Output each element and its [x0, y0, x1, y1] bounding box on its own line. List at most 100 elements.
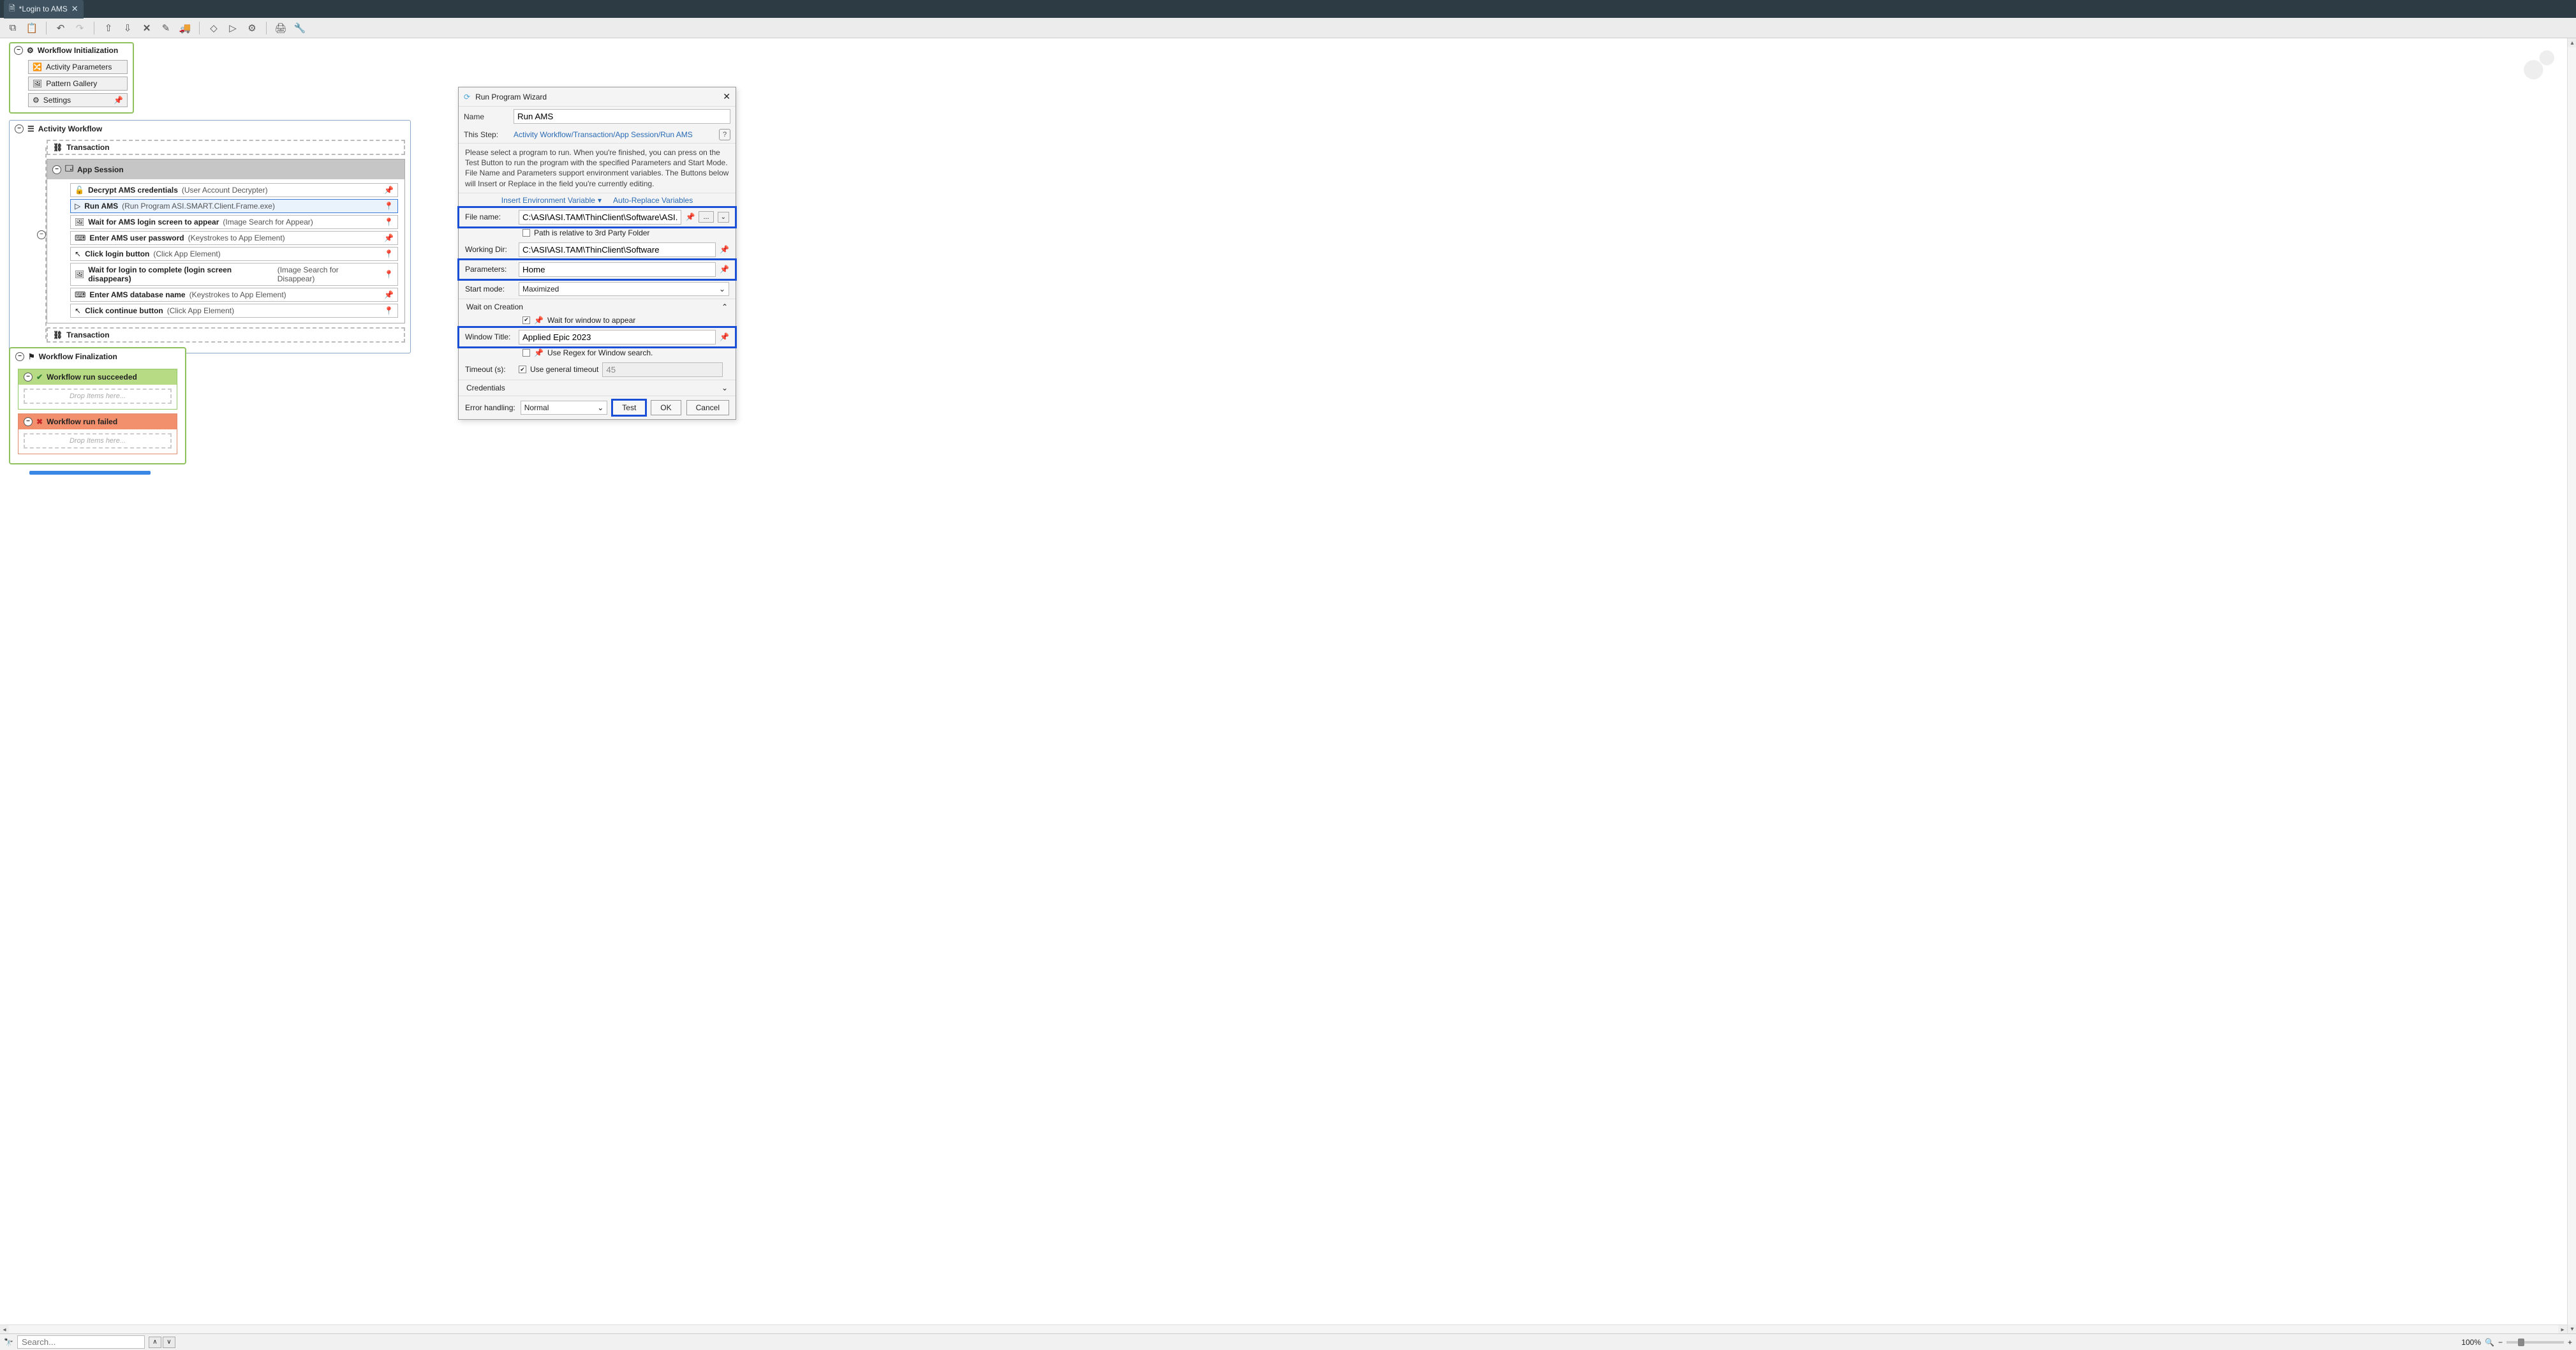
pin-icon[interactable]: 📍: [384, 218, 394, 226]
pin-icon[interactable]: 📌: [720, 265, 729, 274]
transaction-end[interactable]: ⛓ Transaction: [47, 327, 405, 343]
redo-button[interactable]: ↷: [72, 20, 87, 36]
status-bar: 🔭 ∧ ∨ 100% 🔍 − +: [0, 1333, 2576, 1350]
drop-zone[interactable]: Drop Items here...: [24, 433, 172, 449]
pin-icon[interactable]: 📌: [384, 234, 394, 242]
pin-icon[interactable]: 📍: [384, 202, 394, 211]
scroll-up-button[interactable]: ▴: [2568, 38, 2576, 47]
zoom-out-button[interactable]: −: [2498, 1338, 2503, 1347]
collapse-button[interactable]: −: [15, 124, 24, 133]
drop-zone[interactable]: Drop Items here...: [24, 389, 172, 404]
zoom-in-button[interactable]: +: [2568, 1338, 2572, 1347]
pin-icon[interactable]: 📌: [720, 332, 729, 341]
activity-parameters-item[interactable]: 🔀 Activity Parameters: [28, 60, 128, 74]
name-input[interactable]: [514, 109, 730, 124]
credentials-header[interactable]: Credentials ⌄: [459, 380, 736, 396]
transaction-start[interactable]: ⛓ Transaction: [47, 140, 405, 155]
close-x-button[interactable]: ✕: [139, 20, 154, 36]
start-mode-select[interactable]: Maximized⌄: [519, 282, 729, 296]
close-dialog-button[interactable]: ✕: [723, 91, 730, 102]
relative-path-label: Path is relative to 3rd Party Folder: [534, 228, 649, 237]
parameters-input[interactable]: [519, 262, 716, 277]
use-regex-checkbox[interactable]: [522, 349, 530, 357]
workflow-step[interactable]: ↖Click login button (Click App Element)📍: [70, 247, 398, 261]
magnify-icon[interactable]: 🔍: [2485, 1338, 2494, 1347]
app-session-header[interactable]: − 🗔 App Session: [47, 159, 404, 179]
collapse-button[interactable]: −: [52, 165, 61, 174]
wait-on-creation-header[interactable]: Wait on Creation ⌃: [459, 299, 736, 315]
pin-icon[interactable]: 📌: [534, 316, 544, 325]
use-general-timeout-checkbox[interactable]: ✔: [519, 366, 526, 373]
workflow-step[interactable]: 🔓Decrypt AMS credentials (User Account D…: [70, 183, 398, 197]
document-tab[interactable]: 🗎 *Login to AMS ✕: [4, 0, 84, 19]
parameters-row: Parameters: 📌: [459, 260, 736, 279]
insert-env-var-button[interactable]: Insert Environment Variable▾: [501, 196, 602, 205]
workflow-step[interactable]: ▷Run AMS (Run Program ASI.SMART.Client.F…: [70, 199, 398, 213]
truck-button[interactable]: 🚚: [177, 20, 193, 36]
collapse-button[interactable]: −: [14, 46, 23, 55]
pin-icon[interactable]: 📍: [384, 270, 394, 279]
browse-button[interactable]: ...: [699, 211, 713, 223]
window-title-input[interactable]: [519, 330, 716, 345]
gears-icon: ⚙: [27, 46, 34, 55]
tool-button[interactable]: 🔧: [292, 20, 307, 36]
copy-button[interactable]: ⧉: [5, 20, 20, 36]
collapse-button[interactable]: −: [37, 230, 46, 239]
paste-button[interactable]: 📋: [24, 20, 40, 36]
collapse-button[interactable]: −: [24, 417, 33, 426]
workflow-step[interactable]: ⌨Enter AMS database name (Keystrokes to …: [70, 288, 398, 302]
pattern-gallery-item[interactable]: 🖼 Pattern Gallery: [28, 77, 128, 91]
step-icon: ▷: [75, 202, 80, 211]
pin-icon[interactable]: 📍: [384, 249, 394, 258]
file-name-input[interactable]: [519, 210, 681, 225]
horizontal-scrollbar[interactable]: ◂ ▸: [0, 1324, 2567, 1333]
zoom-slider[interactable]: [2506, 1341, 2564, 1344]
run-program-wizard-dialog: ⟳ Run Program Wizard ✕ Name This Step: A…: [458, 87, 736, 420]
pin-icon[interactable]: 📍: [384, 306, 394, 315]
workflow-initialization-panel: − ⚙ Workflow Initialization 🔀 Activity P…: [9, 42, 134, 114]
scroll-right-button[interactable]: ▸: [2558, 1325, 2567, 1333]
wait-window-checkbox[interactable]: ✔: [522, 316, 530, 324]
pin-icon[interactable]: 📌: [685, 212, 695, 221]
relative-path-checkbox[interactable]: [522, 229, 530, 237]
binoculars-icon[interactable]: 🔭: [4, 1338, 13, 1347]
undo-button[interactable]: ↶: [53, 20, 68, 36]
down-arrow-button[interactable]: ⇩: [120, 20, 135, 36]
scroll-down-button[interactable]: ▾: [2568, 1324, 2576, 1333]
workflow-step[interactable]: 🖼Wait for login to complete (login scree…: [70, 263, 398, 286]
dropdown-button[interactable]: ⌄: [718, 212, 729, 223]
working-dir-input[interactable]: [519, 242, 716, 257]
play-button[interactable]: ▷: [225, 20, 241, 36]
print-button[interactable]: 🖨: [273, 20, 288, 36]
search-input[interactable]: [17, 1335, 145, 1349]
pin-icon[interactable]: 📌: [384, 290, 394, 299]
scroll-left-button[interactable]: ◂: [0, 1325, 9, 1333]
pin-icon[interactable]: 📌: [534, 348, 544, 357]
close-tab-icon[interactable]: ✕: [71, 4, 78, 14]
ok-button[interactable]: OK: [651, 400, 681, 415]
transaction-label: Transaction: [66, 143, 109, 152]
step-path-link[interactable]: Activity Workflow/Transaction/App Sessio…: [514, 130, 693, 139]
settings-item[interactable]: ⚙ Settings 📌: [28, 93, 128, 107]
pin-icon[interactable]: 📌: [384, 186, 394, 195]
vertical-scrollbar[interactable]: ▴ ▾: [2567, 38, 2576, 1333]
debug-button[interactable]: ⚙: [244, 20, 260, 36]
collapse-button[interactable]: −: [24, 373, 33, 382]
test-button[interactable]: Test: [612, 400, 646, 415]
workflow-step[interactable]: 🖼Wait for AMS login screen to appear (Im…: [70, 215, 398, 229]
workflow-step[interactable]: ⌨Enter AMS user password (Keystrokes to …: [70, 231, 398, 245]
help-button[interactable]: ?: [719, 129, 730, 140]
auto-replace-button[interactable]: Auto-Replace Variables: [613, 196, 693, 205]
search-prev-button[interactable]: ∧: [149, 1337, 161, 1348]
workflow-step[interactable]: ↖Click continue button (Click App Elemen…: [70, 304, 398, 318]
cancel-button[interactable]: Cancel: [686, 400, 729, 415]
up-arrow-button[interactable]: ⇧: [101, 20, 116, 36]
pin-icon[interactable]: 📌: [720, 245, 729, 254]
collapse-button[interactable]: −: [15, 352, 24, 361]
wand-button[interactable]: ✎: [158, 20, 174, 36]
error-handling-select[interactable]: Normal⌄: [521, 401, 608, 415]
pin-icon[interactable]: 📌: [114, 96, 123, 105]
file-name-label: File name:: [465, 212, 515, 221]
breakpoint-button[interactable]: ◇: [206, 20, 221, 36]
search-next-button[interactable]: ∨: [163, 1337, 175, 1348]
